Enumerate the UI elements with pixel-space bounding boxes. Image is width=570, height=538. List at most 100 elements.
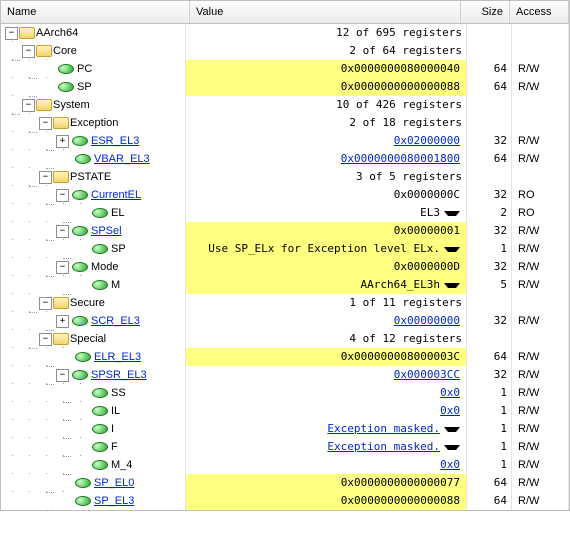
row-value: 0x0000000D [190,260,460,274]
row-value[interactable]: EL3 [190,206,440,220]
row-special[interactable]: −Special4 of 12 registers [1,330,569,348]
row-access [512,294,569,312]
folder-icon [53,171,69,183]
row-label[interactable]: ESR_EL3 [91,134,139,148]
register-dot-icon [92,244,108,254]
row-label[interactable]: SCR_EL3 [91,314,140,328]
row-value: 0x0000000C [190,188,460,202]
collapse-icon[interactable]: − [56,189,69,202]
row-label[interactable]: SP_EL3 [94,494,134,508]
row-exception[interactable]: −Exception2 of 18 registers [1,114,569,132]
row-f[interactable]: FException masked.1R/W [1,438,569,456]
row-secure[interactable]: −Secure1 of 11 registers [1,294,569,312]
row-currentel[interactable]: −CurrentEL0x0000000C32RO [1,186,569,204]
row-pstate[interactable]: −PSTATE3 of 5 registers [1,168,569,186]
collapse-icon[interactable]: − [39,171,52,184]
collapse-icon[interactable]: − [39,333,52,346]
row-core[interactable]: −Core2 of 64 registers [1,42,569,60]
row-label: Core [53,44,77,58]
row-spsel[interactable]: −SPSel0x0000000132R/W [1,222,569,240]
row-value[interactable]: 0x00000000 [190,314,460,328]
register-dot-icon [92,424,108,434]
row-label[interactable]: ELR_EL3 [94,350,141,364]
expand-icon[interactable]: + [56,315,69,328]
row-spsr-el3[interactable]: −SPSR_EL30x000003CC32R/W [1,366,569,384]
row-label[interactable]: VBAR_EL3 [94,152,150,166]
row-size: 1 [467,438,512,456]
row-size: 32 [467,312,512,330]
row-value[interactable]: 0x000003CC [190,368,460,382]
row-m[interactable]: MAArch64_EL3h5R/W [1,276,569,294]
row-label[interactable]: SPSel [91,224,122,238]
collapse-icon[interactable]: − [56,225,69,238]
row-label: I [111,422,114,436]
collapse-icon[interactable]: − [39,297,52,310]
row-value[interactable]: 0x02000000 [190,134,460,148]
row-esr-el3[interactable]: +ESR_EL30x0200000032R/W [1,132,569,150]
register-dot-icon [72,190,88,200]
dropdown-icon[interactable] [444,211,460,216]
col-value[interactable]: Value [190,1,461,23]
row-m4[interactable]: M_40x01R/W [1,456,569,474]
row-aarch64[interactable]: − AArch64 12 of 695 registers [1,24,569,42]
row-sp-el3[interactable]: SP_EL30x000000000000008864R/W [1,492,569,510]
row-mode[interactable]: −Mode0x0000000D32R/W [1,258,569,276]
row-label[interactable]: SPSR_EL3 [91,368,147,382]
row-system[interactable]: −System10 of 426 registers [1,96,569,114]
collapse-icon[interactable]: − [22,99,35,112]
collapse-icon[interactable]: − [22,45,35,58]
dropdown-icon[interactable] [444,247,460,252]
register-dot-icon [58,82,74,92]
row-access [512,114,569,132]
folder-icon [36,99,52,111]
row-value[interactable]: 0x0000000080001800 [190,152,460,166]
row-label: AArch64 [36,26,78,40]
row-sp[interactable]: SP0x000000000000008864R/W [1,78,569,96]
row-value[interactable]: 0x0 [190,386,460,400]
row-size: 2 [467,204,512,222]
row-value: 12 of 695 registers [190,26,462,40]
row-sp-el0[interactable]: SP_EL00x000000000000007764R/W [1,474,569,492]
row-el[interactable]: ELEL32RO [1,204,569,222]
row-access: R/W [512,456,569,474]
row-elr-el3[interactable]: ELR_EL30x000000008000003C64R/W [1,348,569,366]
register-dot-icon [92,280,108,290]
row-size [467,330,512,348]
col-access[interactable]: Access [510,1,569,23]
row-value[interactable]: AArch64_EL3h [190,278,440,292]
collapse-icon[interactable]: − [56,261,69,274]
row-label[interactable]: CurrentEL [91,188,141,202]
row-access: R/W [512,258,569,276]
row-label[interactable]: SP_EL0 [94,476,134,490]
row-value[interactable]: 0x0 [190,404,460,418]
row-value[interactable]: 0x0 [190,458,460,472]
row-pc[interactable]: PC0x000000008000004064R/W [1,60,569,78]
row-vbar-el3[interactable]: VBAR_EL30x000000008000180064R/W [1,150,569,168]
row-i[interactable]: IException masked.1R/W [1,420,569,438]
row-ss[interactable]: SS0x01R/W [1,384,569,402]
row-value: 3 of 5 registers [190,170,462,184]
row-scr-el3[interactable]: +SCR_EL30x0000000032R/W [1,312,569,330]
row-value: 2 of 18 registers [190,116,462,130]
row-access [512,42,569,60]
collapse-icon[interactable]: − [5,27,18,40]
row-sp2[interactable]: SPUse SP_ELx for Exception level ELx.1R/… [1,240,569,258]
expand-icon[interactable]: + [56,135,69,148]
row-il[interactable]: IL0x01R/W [1,402,569,420]
collapse-icon[interactable]: − [39,117,52,130]
folder-icon [19,27,35,39]
row-size: 64 [467,150,512,168]
row-value[interactable]: Use SP_ELx for Exception level ELx. [190,242,440,256]
col-size[interactable]: Size [461,1,510,23]
col-name[interactable]: Name [1,1,190,23]
grid-header: Name Value Size Access [1,0,569,24]
row-value[interactable]: Exception masked. [190,422,440,436]
dropdown-icon[interactable] [444,445,460,450]
row-value[interactable]: Exception masked. [190,440,440,454]
folder-icon [36,45,52,57]
collapse-icon[interactable]: − [56,369,69,382]
row-label: SP [77,80,92,94]
dropdown-icon[interactable] [444,283,460,288]
row-size: 1 [467,402,512,420]
dropdown-icon[interactable] [444,427,460,432]
